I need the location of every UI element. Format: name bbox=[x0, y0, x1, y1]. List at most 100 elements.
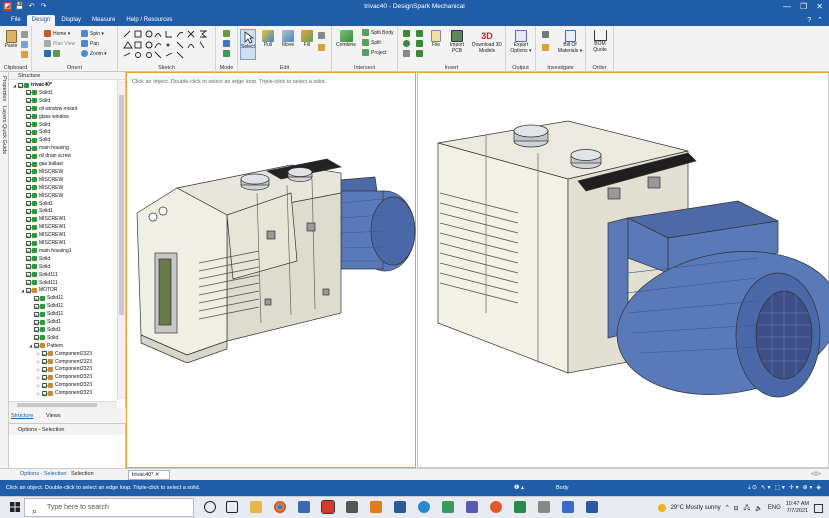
visibility-checkbox[interactable] bbox=[26, 208, 31, 214]
tree-row[interactable]: Solid bbox=[21, 128, 50, 136]
tree-row[interactable]: Solid bbox=[21, 263, 50, 271]
tree-row[interactable]: ▷ Component2323 bbox=[37, 389, 92, 397]
expand-toggle-icon[interactable]: ▷ bbox=[37, 359, 41, 364]
visibility-checkbox[interactable] bbox=[26, 129, 31, 135]
tree-row[interactable]: oil drain screw bbox=[21, 152, 71, 160]
expand-toggle-icon[interactable]: ◢ bbox=[29, 343, 33, 348]
tree-row[interactable]: Solid111 bbox=[21, 279, 58, 287]
menu-design[interactable]: Design bbox=[26, 15, 56, 26]
taskbar-search-box[interactable]: ⌕ Type here to search bbox=[24, 498, 194, 517]
insert-cyl-icon[interactable] bbox=[416, 40, 423, 47]
tree-row[interactable]: ▷ Component2323 bbox=[37, 358, 92, 366]
edit-extra-icon[interactable] bbox=[318, 32, 325, 39]
move-button[interactable]: Move bbox=[280, 30, 296, 48]
visibility-checkbox[interactable] bbox=[26, 177, 31, 183]
tree-row[interactable]: Solid bbox=[21, 255, 50, 263]
tree-row[interactable]: Solid1 bbox=[21, 207, 53, 215]
visibility-checkbox[interactable] bbox=[26, 114, 31, 120]
fill-button[interactable]: Fill bbox=[300, 30, 314, 48]
visibility-checkbox[interactable] bbox=[26, 272, 31, 278]
tree-row[interactable]: MISCREW bbox=[21, 184, 63, 192]
visibility-checkbox[interactable] bbox=[34, 343, 39, 349]
check-icon[interactable] bbox=[542, 44, 549, 51]
notification-icon[interactable] bbox=[814, 503, 823, 513]
visibility-checkbox[interactable] bbox=[26, 90, 31, 96]
visibility-checkbox[interactable] bbox=[26, 169, 31, 175]
view-style-button[interactable] bbox=[44, 50, 60, 57]
visibility-checkbox[interactable] bbox=[26, 240, 31, 246]
visibility-checkbox[interactable] bbox=[34, 303, 39, 309]
visibility-checkbox[interactable] bbox=[26, 201, 31, 206]
file-explorer-icon[interactable] bbox=[250, 501, 262, 513]
tree-row[interactable]: Solid bbox=[21, 121, 50, 129]
sketch-mode-icon[interactable] bbox=[223, 30, 230, 37]
plan-view-button[interactable]: Plan View bbox=[44, 40, 75, 47]
insert-sphere-icon[interactable] bbox=[403, 40, 410, 47]
insert-file-button[interactable]: File bbox=[428, 30, 444, 48]
tree-row[interactable]: MISCREW bbox=[21, 176, 63, 184]
split-body-button[interactable]: Split Body bbox=[362, 29, 394, 36]
task-view-icon[interactable] bbox=[226, 501, 238, 513]
expand-toggle-icon[interactable]: ▷ bbox=[37, 375, 41, 380]
visibility-checkbox[interactable] bbox=[26, 193, 31, 199]
app-mail-icon[interactable] bbox=[442, 501, 454, 513]
tab-quick-guide[interactable]: Quick Guide bbox=[1, 124, 7, 154]
tree-row[interactable]: MISCREW1 bbox=[21, 215, 66, 223]
menu-display[interactable]: Display bbox=[56, 15, 86, 26]
status-info-icon[interactable]: ❶ ▴ bbox=[514, 484, 524, 491]
expand-toggle-icon[interactable]: ◢ bbox=[13, 83, 17, 88]
tab-structure[interactable]: Structure bbox=[11, 413, 33, 419]
help-icon[interactable]: ? bbox=[807, 15, 811, 26]
insert-cone-icon[interactable] bbox=[416, 50, 423, 57]
language-indicator[interactable]: ENG bbox=[768, 505, 781, 511]
tree-row[interactable]: ◢ Pattern bbox=[29, 342, 63, 350]
visibility-checkbox[interactable] bbox=[26, 137, 31, 143]
close-button[interactable]: ✕ bbox=[816, 2, 823, 11]
visibility-checkbox[interactable] bbox=[34, 295, 39, 301]
tree-row[interactable]: Solid11 bbox=[29, 302, 63, 310]
visibility-checkbox[interactable] bbox=[42, 359, 47, 364]
app-fire-icon[interactable] bbox=[370, 501, 382, 513]
app-teams-icon[interactable] bbox=[466, 501, 478, 513]
visibility-checkbox[interactable] bbox=[26, 153, 31, 159]
menu-help[interactable]: Help / Resources bbox=[121, 15, 177, 26]
tree-row[interactable]: Solid111 bbox=[21, 271, 58, 279]
selection-filter-body[interactable]: Body bbox=[556, 485, 569, 491]
viewport-right[interactable] bbox=[417, 72, 829, 468]
visibility-checkbox[interactable] bbox=[26, 216, 31, 222]
cortana-icon[interactable] bbox=[204, 501, 216, 513]
tree-row[interactable]: main housing bbox=[21, 144, 69, 152]
clock[interactable]: 10:47 AM 7/7/2021 bbox=[786, 501, 809, 515]
format-icon[interactable] bbox=[21, 51, 28, 58]
cut-icon[interactable] bbox=[21, 31, 28, 38]
visibility-checkbox[interactable] bbox=[26, 122, 31, 127]
app-calc-icon[interactable] bbox=[538, 501, 550, 513]
visibility-checkbox[interactable] bbox=[42, 366, 47, 372]
tree-row[interactable]: gas ballast bbox=[21, 160, 63, 168]
status-tool-2[interactable]: ↖ ▾ bbox=[761, 484, 771, 491]
pull-button[interactable]: Pull bbox=[260, 30, 276, 48]
weather-text[interactable]: 29°C Mostly sunny bbox=[671, 505, 721, 511]
tree-row[interactable]: MISCREW bbox=[21, 168, 63, 176]
bom-quote-button[interactable]: BOM Quote bbox=[589, 30, 611, 53]
visibility-checkbox[interactable] bbox=[42, 374, 47, 380]
expand-toggle-icon[interactable]: ▷ bbox=[37, 367, 41, 372]
tray-chevron-icon[interactable]: ^ bbox=[726, 505, 729, 511]
tree-row[interactable]: oil window mount bbox=[21, 105, 77, 113]
visibility-checkbox[interactable] bbox=[26, 264, 31, 270]
tree-row[interactable]: MISCREW1 bbox=[21, 231, 66, 239]
3d-mode-icon[interactable] bbox=[223, 50, 230, 57]
pump-model-view-right[interactable] bbox=[418, 73, 829, 469]
tree-row[interactable]: ▷ Component2323 bbox=[37, 373, 92, 381]
collapse-ribbon-icon[interactable]: ⌃ bbox=[817, 15, 823, 26]
menu-file[interactable]: File bbox=[6, 15, 26, 26]
import-pcb-button[interactable]: Import PCB bbox=[448, 30, 466, 54]
pump-model-view-left[interactable] bbox=[127, 73, 417, 469]
tree-row[interactable]: MISCREW bbox=[21, 192, 63, 200]
visibility-checkbox[interactable] bbox=[26, 256, 31, 262]
visibility-checkbox[interactable] bbox=[42, 382, 47, 388]
visibility-checkbox[interactable] bbox=[26, 280, 31, 285]
tree-row[interactable]: Solid bbox=[21, 136, 50, 144]
expand-toggle-icon[interactable]: ◢ bbox=[21, 288, 25, 293]
project-button[interactable]: Project bbox=[362, 49, 387, 56]
